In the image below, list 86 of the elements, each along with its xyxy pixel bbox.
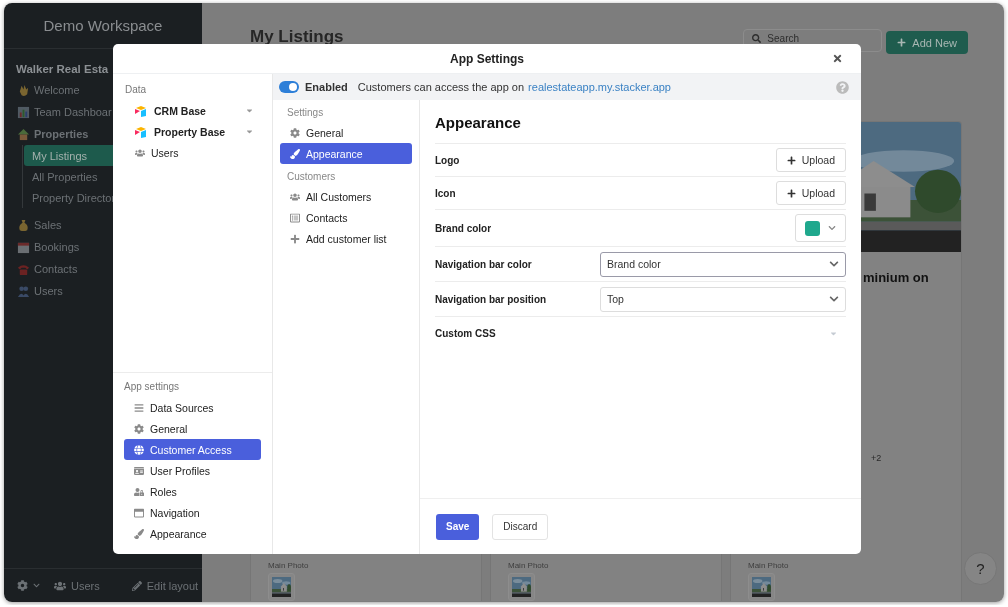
content-title: Appearance bbox=[435, 114, 846, 144]
page-title: My Listings bbox=[250, 27, 344, 47]
settings-nav-item[interactable]: Add customer list bbox=[280, 228, 412, 249]
people-icon bbox=[17, 284, 30, 298]
plus-icon bbox=[897, 38, 907, 47]
setting-label: Logo bbox=[435, 154, 461, 166]
chevron-down-icon bbox=[828, 224, 836, 232]
setting-label: Navigation bar position bbox=[435, 293, 548, 305]
settings-menu-button[interactable] bbox=[17, 580, 40, 591]
house-icon bbox=[17, 127, 30, 141]
photo-thumbnail[interactable] bbox=[268, 573, 295, 601]
window-icon bbox=[134, 507, 144, 518]
search-icon bbox=[752, 34, 762, 43]
chevron-down-icon bbox=[829, 259, 839, 269]
close-icon[interactable] bbox=[832, 53, 843, 64]
list-icon bbox=[290, 212, 300, 223]
photo-thumbnail[interactable] bbox=[748, 573, 775, 601]
section-heading: Data bbox=[125, 84, 148, 95]
settings-nav-item[interactable]: Navigation bbox=[124, 502, 261, 523]
setting-label: Custom CSS bbox=[435, 327, 497, 339]
settings-nav-item[interactable]: Appearance bbox=[124, 523, 261, 544]
save-button[interactable]: Save bbox=[436, 513, 480, 540]
settings-nav-item[interactable]: All Customers bbox=[280, 186, 412, 207]
data-source-item[interactable]: Property Base bbox=[125, 121, 260, 142]
card-title: minium on bbox=[863, 270, 929, 285]
caret-icon[interactable] bbox=[245, 127, 254, 136]
upload-button[interactable]: Upload bbox=[775, 181, 846, 205]
hand-icon bbox=[17, 83, 30, 97]
user-lock-icon bbox=[134, 486, 144, 497]
color-picker[interactable] bbox=[795, 214, 846, 242]
data-source-item[interactable]: Users bbox=[125, 142, 260, 163]
setting-label: Brand color bbox=[435, 222, 493, 234]
settings-nav-item[interactable]: Customer Access bbox=[124, 439, 261, 460]
caret-icon[interactable] bbox=[245, 106, 254, 115]
dialog-title: App Settings bbox=[450, 51, 524, 66]
settings-nav-item[interactable]: General bbox=[280, 122, 412, 143]
more-count: +2 bbox=[871, 453, 882, 463]
settings-nav-item[interactable]: General bbox=[124, 418, 261, 439]
gear-icon bbox=[290, 127, 300, 138]
rows-icon bbox=[134, 402, 144, 413]
app-link[interactable]: realestateapp.my.stacker.app bbox=[528, 81, 671, 93]
gear-icon bbox=[17, 580, 28, 591]
settings-nav-item[interactable]: Data Sources bbox=[124, 397, 261, 418]
settings-nav-item[interactable]: User Profiles bbox=[124, 460, 261, 481]
pencil-icon bbox=[131, 580, 142, 591]
section-heading: Customers bbox=[286, 170, 337, 184]
bar-chart-icon bbox=[17, 105, 30, 119]
setting-label: Icon bbox=[435, 187, 457, 199]
setting-label: Navigation bar color bbox=[435, 258, 533, 270]
plus-icon bbox=[786, 188, 796, 198]
calendar-icon bbox=[17, 240, 30, 254]
users-icon bbox=[290, 191, 300, 202]
select-field[interactable]: Brand color bbox=[600, 251, 846, 277]
chevron-down-icon bbox=[829, 294, 839, 304]
users-icon bbox=[54, 579, 66, 592]
access-text: Customers can access the app on bbox=[357, 81, 525, 93]
section-heading: Settings bbox=[286, 106, 325, 120]
data-source-item[interactable]: CRM Base bbox=[125, 100, 260, 121]
plus-icon bbox=[290, 233, 300, 244]
id-card-icon bbox=[134, 465, 144, 476]
add-new-button[interactable]: Add New bbox=[886, 31, 968, 54]
field-label: Main Photo bbox=[747, 561, 790, 572]
telephone-icon bbox=[17, 262, 30, 276]
discard-button[interactable]: Discard bbox=[492, 513, 549, 540]
base-logo-icon bbox=[134, 104, 148, 117]
globe-icon bbox=[134, 444, 144, 455]
select-field[interactable]: Top bbox=[600, 286, 846, 312]
base-logo-icon bbox=[134, 125, 148, 138]
users-icon bbox=[135, 147, 145, 158]
field-label: Main Photo bbox=[507, 561, 550, 572]
brush-icon bbox=[290, 148, 300, 159]
app-name: Walker Real Esta bbox=[15, 62, 109, 77]
field-label: Main Photo bbox=[267, 561, 310, 572]
settings-nav-item[interactable]: Roles bbox=[124, 481, 261, 502]
money-bag-icon bbox=[17, 218, 30, 232]
photo-thumbnail[interactable] bbox=[508, 573, 535, 601]
enabled-toggle[interactable] bbox=[279, 81, 299, 93]
gear-icon bbox=[134, 423, 144, 434]
chevron-down-icon bbox=[33, 582, 40, 589]
brush-icon bbox=[134, 528, 144, 539]
settings-nav-item[interactable]: Contacts bbox=[280, 207, 412, 228]
toggle-label: Enabled bbox=[305, 81, 348, 93]
upload-button[interactable]: Upload bbox=[775, 148, 846, 172]
plus-icon bbox=[786, 155, 796, 165]
settings-nav-item[interactable]: Appearance bbox=[280, 143, 412, 164]
section-heading: App settings bbox=[124, 381, 181, 392]
